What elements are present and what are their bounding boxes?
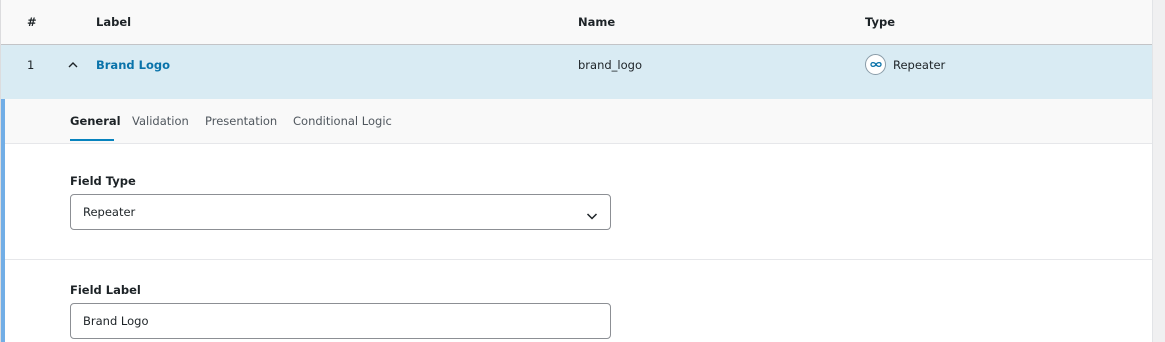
fields-table-header: # Label Name Type (1, 0, 1152, 45)
column-header-name: Name (578, 15, 616, 29)
field-label-link[interactable]: Brand Logo (96, 58, 170, 72)
infinity-icon (865, 54, 886, 75)
field-label-heading: Field Label (70, 283, 141, 297)
field-type-heading: Field Type (70, 174, 136, 188)
active-tab-indicator (70, 139, 114, 141)
section-divider (5, 259, 1152, 260)
scrollbar[interactable] (1152, 0, 1165, 342)
field-type-label: Repeater (893, 57, 946, 72)
field-type-selected-value: Repeater (83, 205, 136, 219)
field-label-input[interactable] (70, 303, 611, 339)
field-settings: General Validation Presentation Conditio… (1, 99, 1152, 342)
field-type-cell: Repeater (865, 54, 945, 75)
field-order-number: 1 (27, 58, 35, 72)
tab-validation[interactable]: Validation (132, 114, 189, 128)
fields-panel: # Label Name Type 1 Brand Logo brand_log… (0, 0, 1152, 342)
field-name: brand_logo (578, 58, 642, 72)
settings-tabs: General Validation Presentation Conditio… (5, 99, 1152, 144)
tab-general[interactable]: General (70, 114, 121, 128)
column-header-type: Type (865, 15, 896, 29)
column-header-label: Label (96, 15, 132, 29)
tab-presentation[interactable]: Presentation (205, 114, 277, 128)
tab-conditional-logic[interactable]: Conditional Logic (293, 114, 392, 128)
column-header-number: # (27, 15, 37, 29)
collapse-toggle-icon[interactable] (66, 57, 80, 71)
chevron-down-icon (586, 207, 598, 220)
field-row[interactable]: 1 Brand Logo brand_logo Repeater (1, 45, 1152, 99)
field-type-select[interactable]: Repeater (70, 194, 611, 230)
